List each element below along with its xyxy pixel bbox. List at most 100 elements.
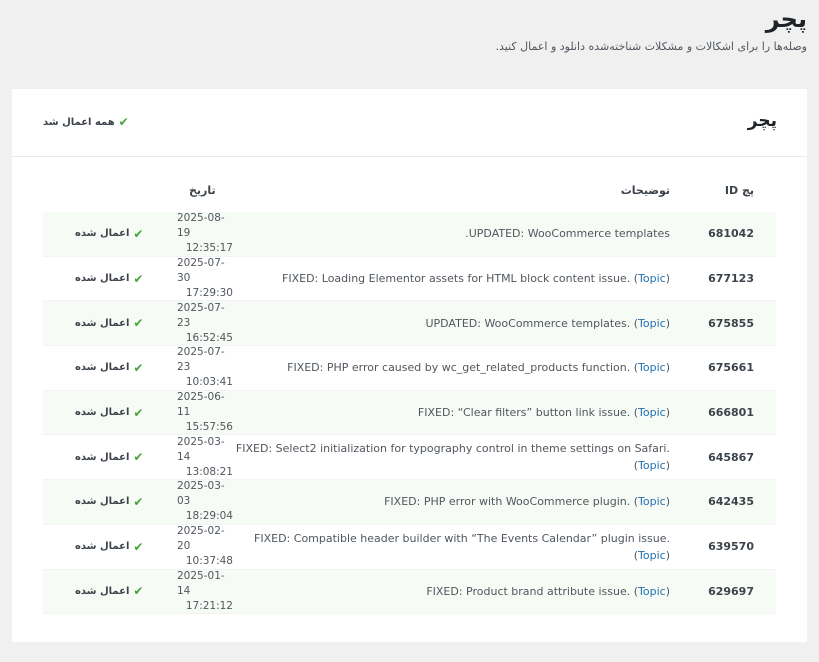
table-row: 645867 FIXED: Select2 initialization for … [43, 435, 776, 481]
patch-description: FIXED: PHP error caused by wc_get_relate… [287, 361, 670, 375]
check-icon: ✔ [133, 539, 144, 554]
topic-link[interactable]: Topic [638, 361, 666, 374]
patch-date: 2025-03-14 13:08:21 [177, 435, 233, 479]
patch-date: 2025-07-30 17:29:30 [177, 257, 233, 301]
status-label: اعمال شده [75, 451, 130, 463]
date-value: 2025-07-23 [177, 346, 225, 374]
patch-description: FIXED: Select2 initialization for typogr… [235, 442, 670, 473]
time-value: 13:08:21 [185, 465, 233, 478]
status-badge: ✔ اعمال شده [75, 435, 143, 479]
patch-date: 2025-07-23 10:03:41 [177, 346, 233, 390]
table-row: 666801 FIXED: “Clear filters” button link… [43, 390, 776, 436]
patch-id: 645867 [708, 450, 754, 464]
time-value: 10:37:48 [185, 555, 233, 568]
date-value: 2025-03-03 [177, 480, 225, 508]
status-label: اعمال شده [75, 541, 130, 553]
status-badge: ✔ اعمال شده [75, 480, 143, 524]
patch-description: FIXED: Compatible header builder with “T… [254, 531, 670, 562]
topic-link[interactable]: Topic [638, 272, 666, 285]
table-row: 629697 FIXED: Product brand attribute iss… [43, 569, 776, 615]
column-header-date: تاریخ [189, 184, 216, 197]
patch-date: 2025-03-03 18:29:04 [177, 480, 233, 524]
status-badge: ✔ اعمال شده [75, 570, 143, 614]
check-icon: ✔ [133, 360, 144, 375]
status-label: اعمال شده [75, 362, 130, 374]
patch-description: FIXED: “Clear filters” button link issue… [417, 406, 670, 420]
patch-date: 2025-07-23 16:52:45 [177, 301, 233, 345]
description-text: UPDATED: WooCommerce templates. [425, 316, 631, 330]
status-badge: ✔ اعمال شده [75, 212, 143, 256]
status-label: اعمال شده [75, 407, 130, 419]
description-text: .UPDATED: WooCommerce templates [465, 227, 670, 241]
date-value: 2025-06-11 [177, 391, 225, 419]
patch-date: 2025-02-20 10:37:48 [177, 525, 233, 569]
check-icon: ✔ [133, 494, 144, 509]
topic-link[interactable]: Topic [638, 459, 666, 472]
table-row: 677123 FIXED: Loading Elementor assets fo… [43, 257, 776, 302]
date-value: 2025-07-23 [177, 301, 225, 329]
patch-id: 675855 [708, 316, 754, 330]
patch-table-body: 681042 .UPDATED: WooCommerce templates 202… [43, 212, 776, 615]
check-icon: ✔ [118, 115, 129, 129]
time-value: 10:03:41 [185, 376, 233, 389]
description-text: FIXED: Product brand attribute issue. [426, 584, 631, 598]
date-value: 2025-02-20 [177, 525, 225, 553]
date-value: 2025-03-14 [177, 435, 225, 463]
status-label: اعمال شده [75, 496, 130, 508]
patch-id: 666801 [708, 406, 754, 420]
topic-link[interactable]: Topic [638, 495, 666, 508]
patcher-card: پچر ✔ همه اعمال شد پچ ID توضیحات تاریخ 6… [12, 89, 807, 642]
status-badge: ✔ اعمال شده [75, 525, 143, 569]
patch-description: FIXED: Product brand attribute issue. (T… [426, 584, 670, 598]
status-badge: ✔ اعمال شده [75, 346, 143, 390]
status-label: اعمال شده [75, 317, 130, 329]
status-label: اعمال شده [75, 228, 130, 240]
patch-id: 629697 [708, 584, 754, 598]
patch-date: 2025-06-11 15:57:56 [177, 391, 233, 435]
patch-id: 675661 [708, 361, 754, 375]
patch-id: 677123 [708, 272, 754, 286]
table-row: 675661 FIXED: PHP error caused by wc_get_… [43, 346, 776, 391]
status-label: اعمال شده [75, 585, 130, 597]
all-applied-label: همه اعمال شد [43, 116, 115, 128]
card-header: پچر ✔ همه اعمال شد [12, 89, 807, 157]
status-label: اعمال شده [75, 273, 130, 285]
description-text: FIXED: “Clear filters” button link issue… [417, 406, 631, 420]
description-text: FIXED: Loading Elementor assets for HTML… [282, 272, 631, 286]
patch-description: UPDATED: WooCommerce templates. (Topic) [425, 316, 670, 330]
patch-description: FIXED: PHP error with WooCommerce plugin… [384, 495, 670, 509]
page-title: پچر [765, 5, 807, 33]
check-icon: ✔ [133, 271, 144, 286]
status-badge: ✔ اعمال شده [75, 301, 143, 345]
check-icon: ✔ [133, 226, 144, 241]
time-value: 12:35:17 [185, 242, 233, 255]
patch-id: 681042 [708, 227, 754, 241]
check-icon: ✔ [133, 405, 144, 420]
column-header-id: پچ ID [724, 184, 754, 197]
description-text: FIXED: PHP error caused by wc_get_relate… [287, 361, 631, 375]
time-value: 16:52:45 [185, 331, 233, 344]
check-icon: ✔ [133, 450, 144, 465]
status-badge: ✔ اعمال شده [75, 391, 143, 435]
topic-link[interactable]: Topic [638, 406, 666, 419]
patch-date: 2025-08-19 12:35:17 [177, 212, 233, 256]
time-value: 17:29:30 [185, 287, 233, 300]
table-row: 639570 FIXED: Compatible header builder w… [43, 525, 776, 570]
table-row: 642435 FIXED: PHP error with WooCommerce … [43, 480, 776, 525]
patch-date: 2025-01-14 17:21:12 [177, 570, 233, 614]
check-icon: ✔ [133, 316, 144, 331]
topic-link[interactable]: Topic [638, 585, 666, 598]
check-icon: ✔ [133, 584, 144, 599]
topic-link[interactable]: Topic [638, 317, 666, 330]
table-row: 681042 .UPDATED: WooCommerce templates 202… [43, 212, 776, 257]
status-badge: ✔ اعمال شده [75, 257, 143, 301]
patch-description: .UPDATED: WooCommerce templates [230, 212, 670, 256]
patch-description: FIXED: Loading Elementor assets for HTML… [282, 272, 670, 286]
table-header: پچ ID توضیحات تاریخ [43, 184, 776, 204]
time-value: 17:21:12 [185, 599, 233, 612]
date-value: 2025-07-30 [177, 257, 225, 285]
topic-link[interactable]: Topic [638, 549, 666, 562]
time-value: 18:29:04 [185, 510, 233, 523]
patch-id: 642435 [708, 495, 754, 509]
time-value: 15:57:56 [185, 421, 233, 434]
